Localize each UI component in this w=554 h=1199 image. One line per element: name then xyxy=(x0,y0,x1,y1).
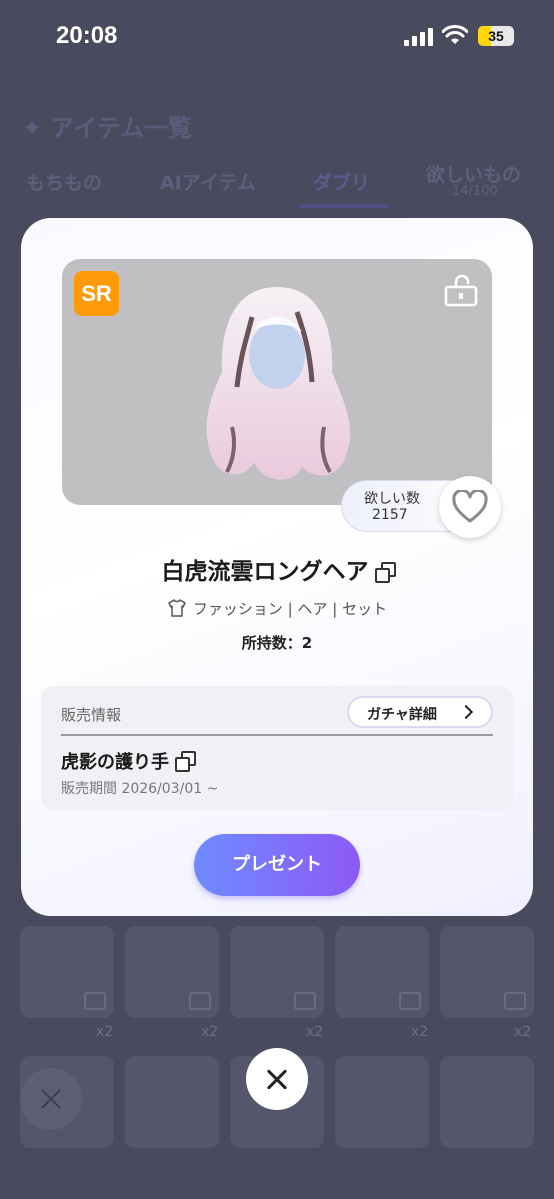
sales-period: 販売期間 2026/03/01 ~ xyxy=(61,781,219,797)
item-tile[interactable] xyxy=(230,926,324,1018)
tab-ai-items[interactable]: AIアイテム xyxy=(160,168,256,195)
cellular-signal-icon xyxy=(404,28,434,46)
copy-icon[interactable] xyxy=(175,751,196,772)
item-tile[interactable] xyxy=(335,1056,429,1148)
gacha-detail-label: ガチャ詳細 xyxy=(367,707,437,723)
battery-label: 35 xyxy=(488,28,504,44)
item-preview: SR xyxy=(62,259,492,505)
item-count: x2 xyxy=(411,1024,429,1040)
item-category-row: ファッション | ヘア | セット xyxy=(21,598,533,619)
item-count: x2 xyxy=(201,1024,219,1040)
owned-count: 所持数：2 xyxy=(241,634,313,652)
item-tile[interactable] xyxy=(335,926,429,1018)
gacha-name: 虎影の護り手 xyxy=(61,752,169,773)
gacha-name-row: 虎影の護り手 xyxy=(61,748,196,774)
copy-icon[interactable] xyxy=(374,562,396,583)
item-detail-modal: SR 欲しい数 2157 白虎流雲ロングヘア ファッション | ヘア | セット… xyxy=(21,218,533,916)
divider xyxy=(61,734,493,736)
heart-icon xyxy=(452,490,488,523)
tab-owned[interactable]: もちもの xyxy=(26,168,102,195)
sales-info-box: 販売情報 ガチャ詳細 虎影の護り手 販売期間 2026/03/01 ~ xyxy=(41,686,513,810)
item-count: x2 xyxy=(96,1024,114,1040)
tab-wishlist[interactable]: 欲しいもの xyxy=(426,160,521,187)
battery-indicator: 35 xyxy=(478,26,514,46)
lock-icon xyxy=(504,992,526,1010)
item-tile[interactable] xyxy=(125,926,219,1018)
want-count: 2157 xyxy=(372,507,408,523)
present-button[interactable]: プレゼント xyxy=(194,834,360,896)
item-tile[interactable] xyxy=(125,1056,219,1148)
item-name-row: 白虎流雲ロングヘア xyxy=(21,552,533,586)
item-count: x2 xyxy=(514,1024,532,1040)
wifi-icon xyxy=(442,25,468,44)
open-lock-icon[interactable] xyxy=(444,273,478,307)
status-time: 20:08 xyxy=(56,22,118,49)
lock-icon xyxy=(84,992,106,1010)
lock-icon xyxy=(399,992,421,1010)
item-tile[interactable] xyxy=(440,1056,534,1148)
item-grid-row xyxy=(20,926,534,1018)
item-categories: ファッション | ヘア | セット xyxy=(192,600,388,618)
wishlist-count: 14/100 xyxy=(452,184,498,199)
hair-item-image xyxy=(206,287,351,480)
lock-icon xyxy=(189,992,211,1010)
background-close-icon xyxy=(20,1068,82,1130)
sales-info-label: 販売情報 xyxy=(61,706,122,724)
close-modal-button[interactable] xyxy=(246,1048,308,1110)
lock-icon xyxy=(294,992,316,1010)
item-name: 白虎流雲ロングヘア xyxy=(161,559,369,585)
chevron-right-icon xyxy=(458,704,474,720)
rarity-badge: SR xyxy=(74,271,119,316)
tab-duplicates[interactable]: ダブリ xyxy=(313,168,370,195)
status-bar: 20:08 35 xyxy=(0,0,554,72)
wishlist-heart-button[interactable] xyxy=(439,476,501,538)
page-title: ✦ アイテム一覧 xyxy=(22,114,193,142)
shirt-icon xyxy=(168,599,186,617)
gacha-detail-button[interactable]: ガチャ詳細 xyxy=(347,696,493,728)
active-tab-indicator xyxy=(298,204,390,208)
item-count: x2 xyxy=(306,1024,324,1040)
want-label: 欲しい数 xyxy=(364,491,420,507)
item-tile[interactable] xyxy=(20,926,114,1018)
item-tile[interactable] xyxy=(440,926,534,1018)
